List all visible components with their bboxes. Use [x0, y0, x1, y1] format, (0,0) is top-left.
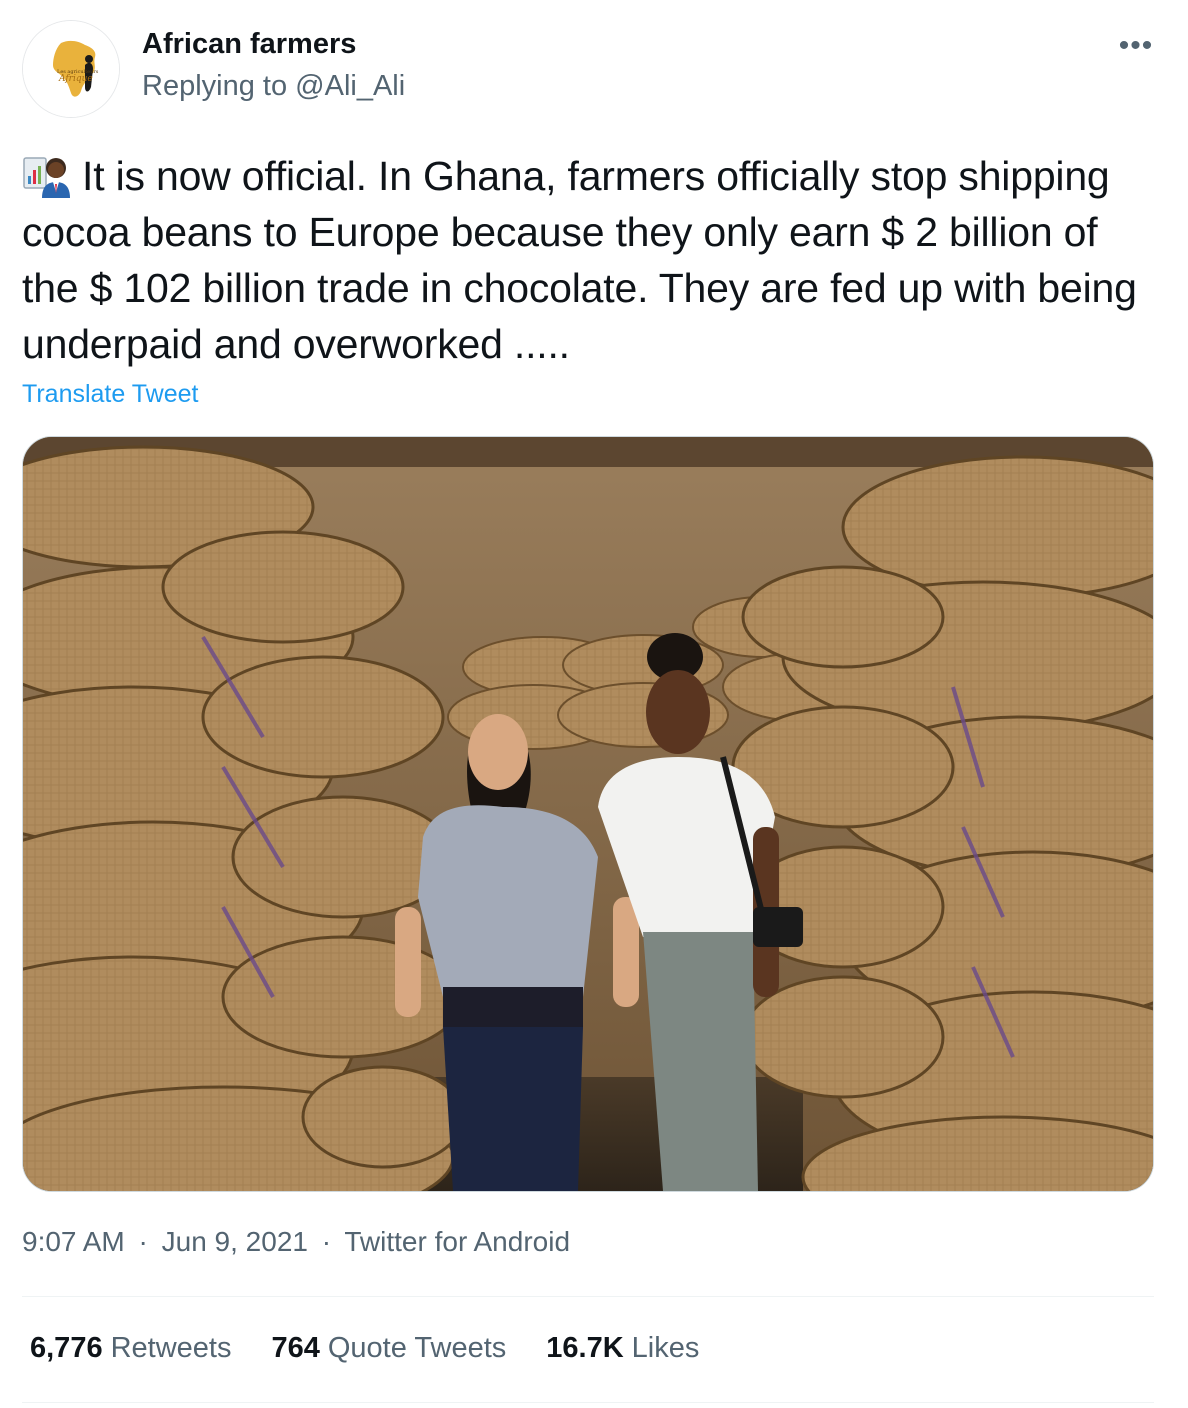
- avatar[interactable]: Les agriculteurs Afrique: [22, 20, 120, 118]
- tweet-text: It is now official. In Ghana, farmers of…: [22, 148, 1162, 372]
- quote-tweets-label: Quote Tweets: [327, 1332, 507, 1364]
- retweets-label: Retweets: [110, 1332, 232, 1364]
- tweet-source-link[interactable]: Twitter for Android: [344, 1226, 570, 1257]
- avatar-logo-image: Les agriculteurs Afrique: [23, 21, 119, 117]
- tweet-card: Les agriculteurs Afrique African farmers…: [0, 0, 1188, 1408]
- tweet-header: Les agriculteurs Afrique African farmers…: [22, 20, 1166, 120]
- quote-tweets-stat-link[interactable]: 764 Quote Tweets: [271, 1332, 506, 1365]
- meta-separator: ·: [321, 1226, 332, 1257]
- divider: [22, 1296, 1154, 1297]
- retweets-count: 6,776: [30, 1332, 103, 1364]
- translate-tweet-link[interactable]: Translate Tweet: [22, 380, 198, 409]
- meta-separator: ·: [138, 1226, 148, 1257]
- author-name[interactable]: African farmers: [142, 28, 356, 61]
- quote-tweets-count: 764: [271, 1332, 320, 1364]
- reply-handle-link[interactable]: @Ali_Ali: [295, 70, 405, 102]
- likes-stat-link[interactable]: 16.7K Likes: [546, 1332, 699, 1365]
- more-options-button[interactable]: •••: [1112, 26, 1160, 66]
- tweet-metadata: 9:07 AM · Jun 9, 2021 · Twitter for Andr…: [22, 1226, 570, 1258]
- cocoa-warehouse-photo-image: [23, 437, 1153, 1191]
- tweet-photo[interactable]: [22, 436, 1154, 1192]
- tweet-date-link[interactable]: Jun 9, 2021: [162, 1226, 308, 1257]
- likes-count: 16.7K: [546, 1332, 624, 1364]
- more-horizontal-icon: •••: [1118, 29, 1154, 62]
- tweet-time-link[interactable]: 9:07 AM: [22, 1226, 125, 1257]
- reply-prefix: Replying to: [142, 70, 288, 102]
- avatar-text-line2: Afrique: [58, 74, 93, 84]
- tweet-body-text: It is now official. In Ghana, farmers of…: [22, 153, 1137, 367]
- divider: [22, 1402, 1154, 1403]
- man-technologist-emoji-icon: [22, 152, 80, 198]
- replying-to: Replying to @Ali_Ali: [142, 70, 405, 103]
- tweet-stats: 6,776 Retweets 764 Quote Tweets 16.7K Likes: [30, 1332, 699, 1365]
- likes-label: Likes: [631, 1332, 700, 1364]
- retweets-stat-link[interactable]: 6,776 Retweets: [30, 1332, 231, 1365]
